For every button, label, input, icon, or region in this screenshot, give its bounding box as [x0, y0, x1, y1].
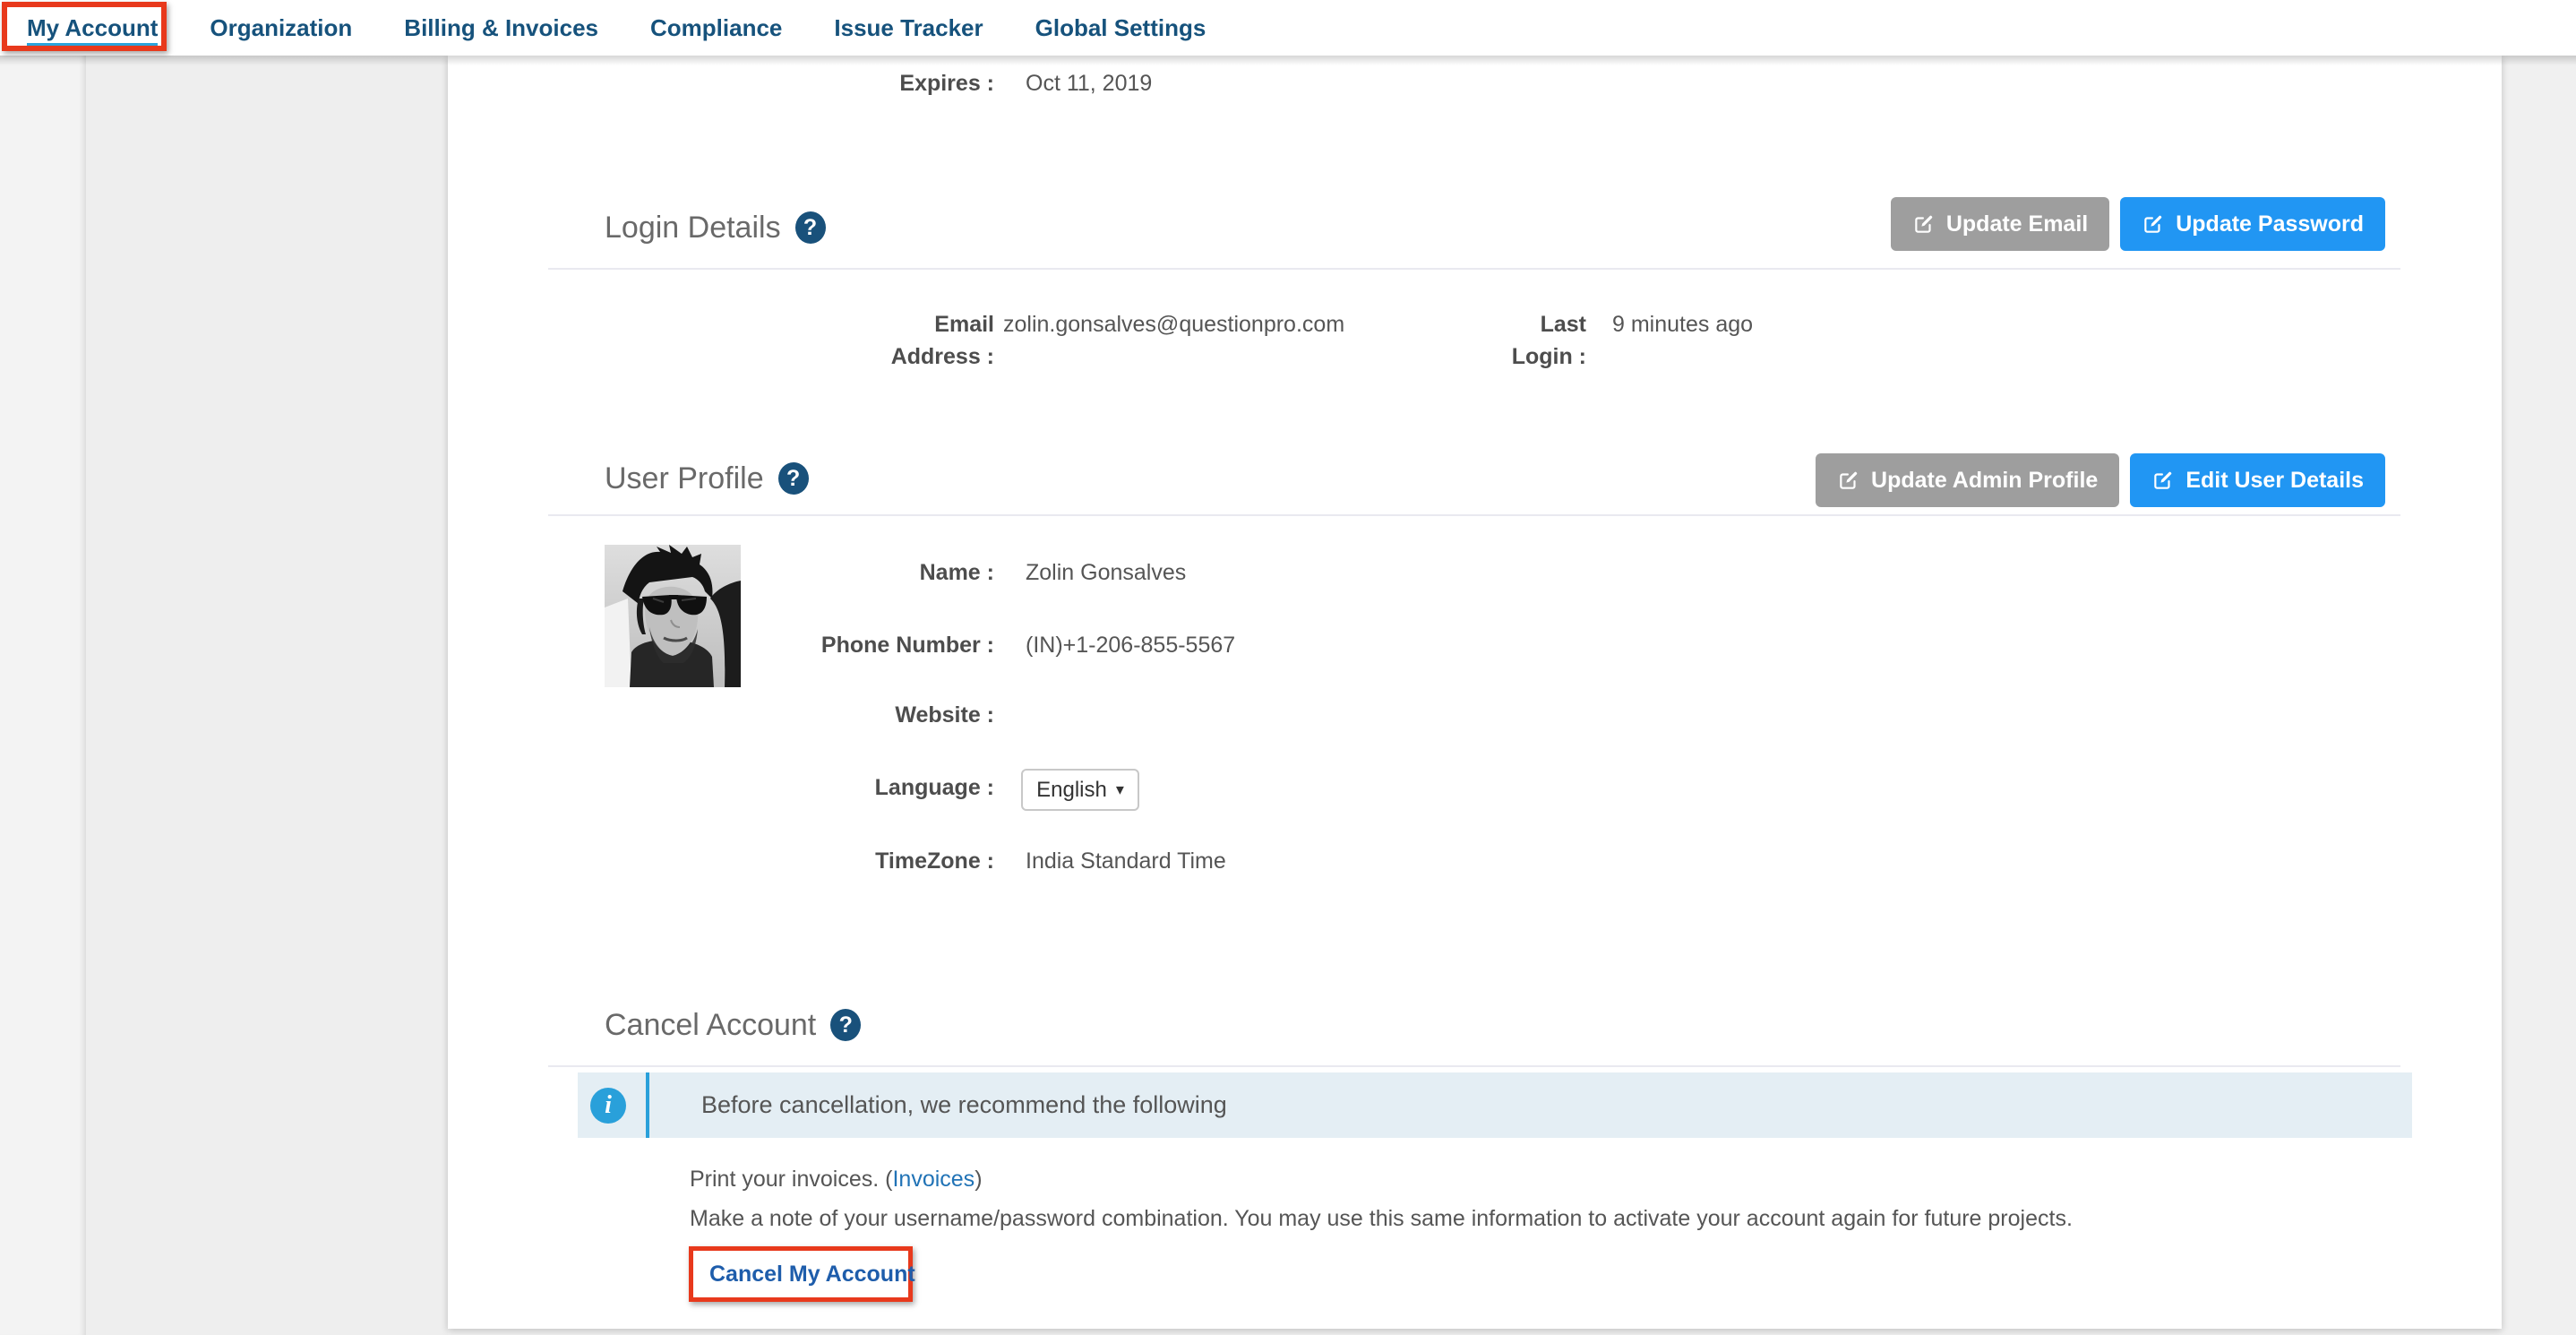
- tab-my-account-label: My Account: [27, 12, 158, 44]
- tab-my-account[interactable]: My Account: [27, 0, 158, 56]
- sidebar-panel: [86, 56, 448, 1335]
- last-login-label: Last Login :: [1506, 308, 1586, 373]
- help-icon[interactable]: ?: [778, 462, 809, 495]
- info-icon: i: [590, 1088, 626, 1124]
- edit-user-details-label: Edit User Details: [2185, 468, 2364, 494]
- name-value: Zolin Gonsalves: [1026, 556, 1186, 589]
- update-password-button[interactable]: Update Password: [2120, 197, 2385, 251]
- update-email-label: Update Email: [1946, 211, 2088, 237]
- pencil-square-icon: [1837, 469, 1860, 492]
- edit-user-details-button[interactable]: Edit User Details: [2130, 453, 2385, 507]
- language-dropdown[interactable]: English ▾: [1021, 769, 1139, 811]
- tab-organization[interactable]: Organization: [210, 0, 352, 56]
- cancel-account-title: Cancel Account ?: [605, 1007, 861, 1043]
- tab-compliance-label: Compliance: [650, 12, 782, 44]
- email-address-value: zolin.gonsalves@questionpro.com: [1003, 308, 1344, 340]
- login-details-title: Login Details ?: [605, 210, 826, 245]
- tab-billing-invoices-label: Billing & Invoices: [404, 12, 598, 44]
- cancellation-info-box: i Before cancellation, we recommend the …: [578, 1072, 2412, 1138]
- expires-label: Expires :: [752, 67, 994, 99]
- name-label: Name :: [752, 556, 994, 589]
- update-email-button[interactable]: Update Email: [1891, 197, 2109, 251]
- left-gutter: [0, 56, 86, 1335]
- update-password-label: Update Password: [2176, 211, 2364, 237]
- phone-number-value: (IN)+1-206-855-5567: [1026, 629, 1235, 661]
- user-profile-title-text: User Profile: [605, 461, 764, 496]
- pencil-square-icon: [2151, 469, 2175, 492]
- tab-issue-tracker[interactable]: Issue Tracker: [834, 0, 983, 56]
- pencil-square-icon: [2142, 212, 2165, 236]
- section-divider: [548, 268, 2400, 270]
- chevron-down-icon: ▾: [1116, 780, 1124, 799]
- invoices-link[interactable]: Invoices: [892, 1167, 975, 1192]
- cancel-my-account-link[interactable]: Cancel My Account: [709, 1262, 915, 1288]
- my-account-page: My Account Organization Billing & Invoic…: [0, 0, 2576, 1335]
- tab-organization-label: Organization: [210, 12, 352, 44]
- info-heading: Before cancellation, we recommend the fo…: [701, 1091, 1227, 1119]
- account-settings-card: Expires : Oct 11, 2019 Login Details ? U…: [448, 56, 2502, 1329]
- language-selected-value: English: [1036, 778, 1107, 803]
- help-icon[interactable]: ?: [830, 1009, 861, 1041]
- language-label: Language :: [752, 771, 994, 804]
- update-admin-profile-label: Update Admin Profile: [1871, 468, 2098, 494]
- update-admin-profile-button[interactable]: Update Admin Profile: [1816, 453, 2119, 507]
- login-details-title-text: Login Details: [605, 210, 781, 245]
- timezone-label: TimeZone :: [752, 845, 994, 877]
- print-invoices-text-close: ): [975, 1167, 982, 1192]
- last-login-value: 9 minutes ago: [1612, 308, 1753, 340]
- help-icon[interactable]: ?: [795, 211, 826, 244]
- expires-value: Oct 11, 2019: [1026, 67, 1152, 99]
- tab-global-settings-label: Global Settings: [1035, 12, 1206, 44]
- annotation-box-cancel-account: Cancel My Account: [689, 1246, 913, 1302]
- timezone-value: India Standard Time: [1026, 845, 1226, 877]
- section-divider: [548, 1065, 2400, 1067]
- user-profile-title: User Profile ?: [605, 461, 809, 496]
- profile-photo[interactable]: [605, 545, 741, 687]
- tab-issue-tracker-label: Issue Tracker: [834, 12, 983, 44]
- website-label: Website :: [752, 699, 994, 731]
- cancel-account-title-text: Cancel Account: [605, 1007, 816, 1043]
- top-nav: My Account Organization Billing & Invoic…: [0, 0, 2576, 56]
- tab-billing-invoices[interactable]: Billing & Invoices: [404, 0, 598, 56]
- email-address-label: Email Address :: [869, 308, 994, 373]
- print-invoices-line: Print your invoices. (Invoices): [690, 1163, 983, 1195]
- info-accent-rule: [646, 1072, 649, 1138]
- print-invoices-text: Print your invoices. (: [690, 1167, 892, 1192]
- section-divider: [548, 514, 2400, 516]
- pencil-square-icon: [1912, 212, 1936, 236]
- page-background: Expires : Oct 11, 2019 Login Details ? U…: [0, 56, 2576, 1335]
- tab-global-settings[interactable]: Global Settings: [1035, 0, 1206, 56]
- username-password-note: Make a note of your username/password co…: [690, 1202, 2073, 1235]
- phone-number-label: Phone Number :: [752, 629, 994, 661]
- tab-compliance[interactable]: Compliance: [650, 0, 782, 56]
